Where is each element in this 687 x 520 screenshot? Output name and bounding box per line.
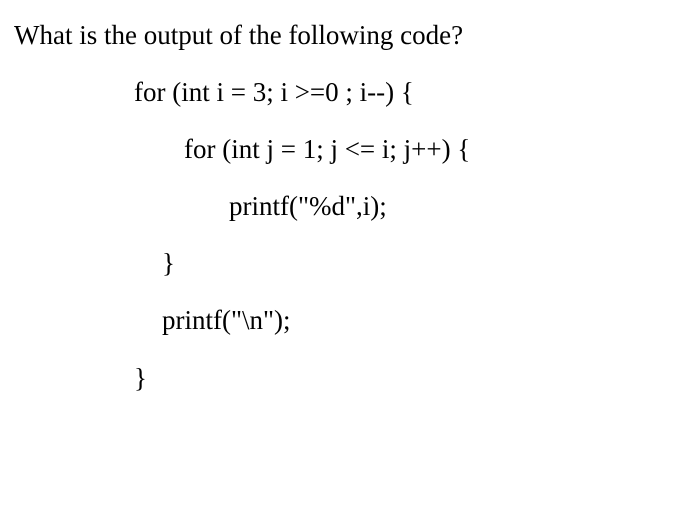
code-line-4: } — [134, 246, 673, 281]
code-line-5: printf("\n"); — [134, 303, 673, 338]
code-line-2: for (int j = 1; j <= i; j++) { — [134, 132, 673, 167]
code-block: for (int i = 3; i >=0 ; i--) { for (int … — [14, 75, 673, 396]
code-line-6: } — [134, 361, 673, 396]
code-line-3: printf("%d",i); — [134, 189, 673, 224]
question-text: What is the output of the following code… — [14, 18, 673, 53]
code-line-1: for (int i = 3; i >=0 ; i--) { — [134, 75, 673, 110]
